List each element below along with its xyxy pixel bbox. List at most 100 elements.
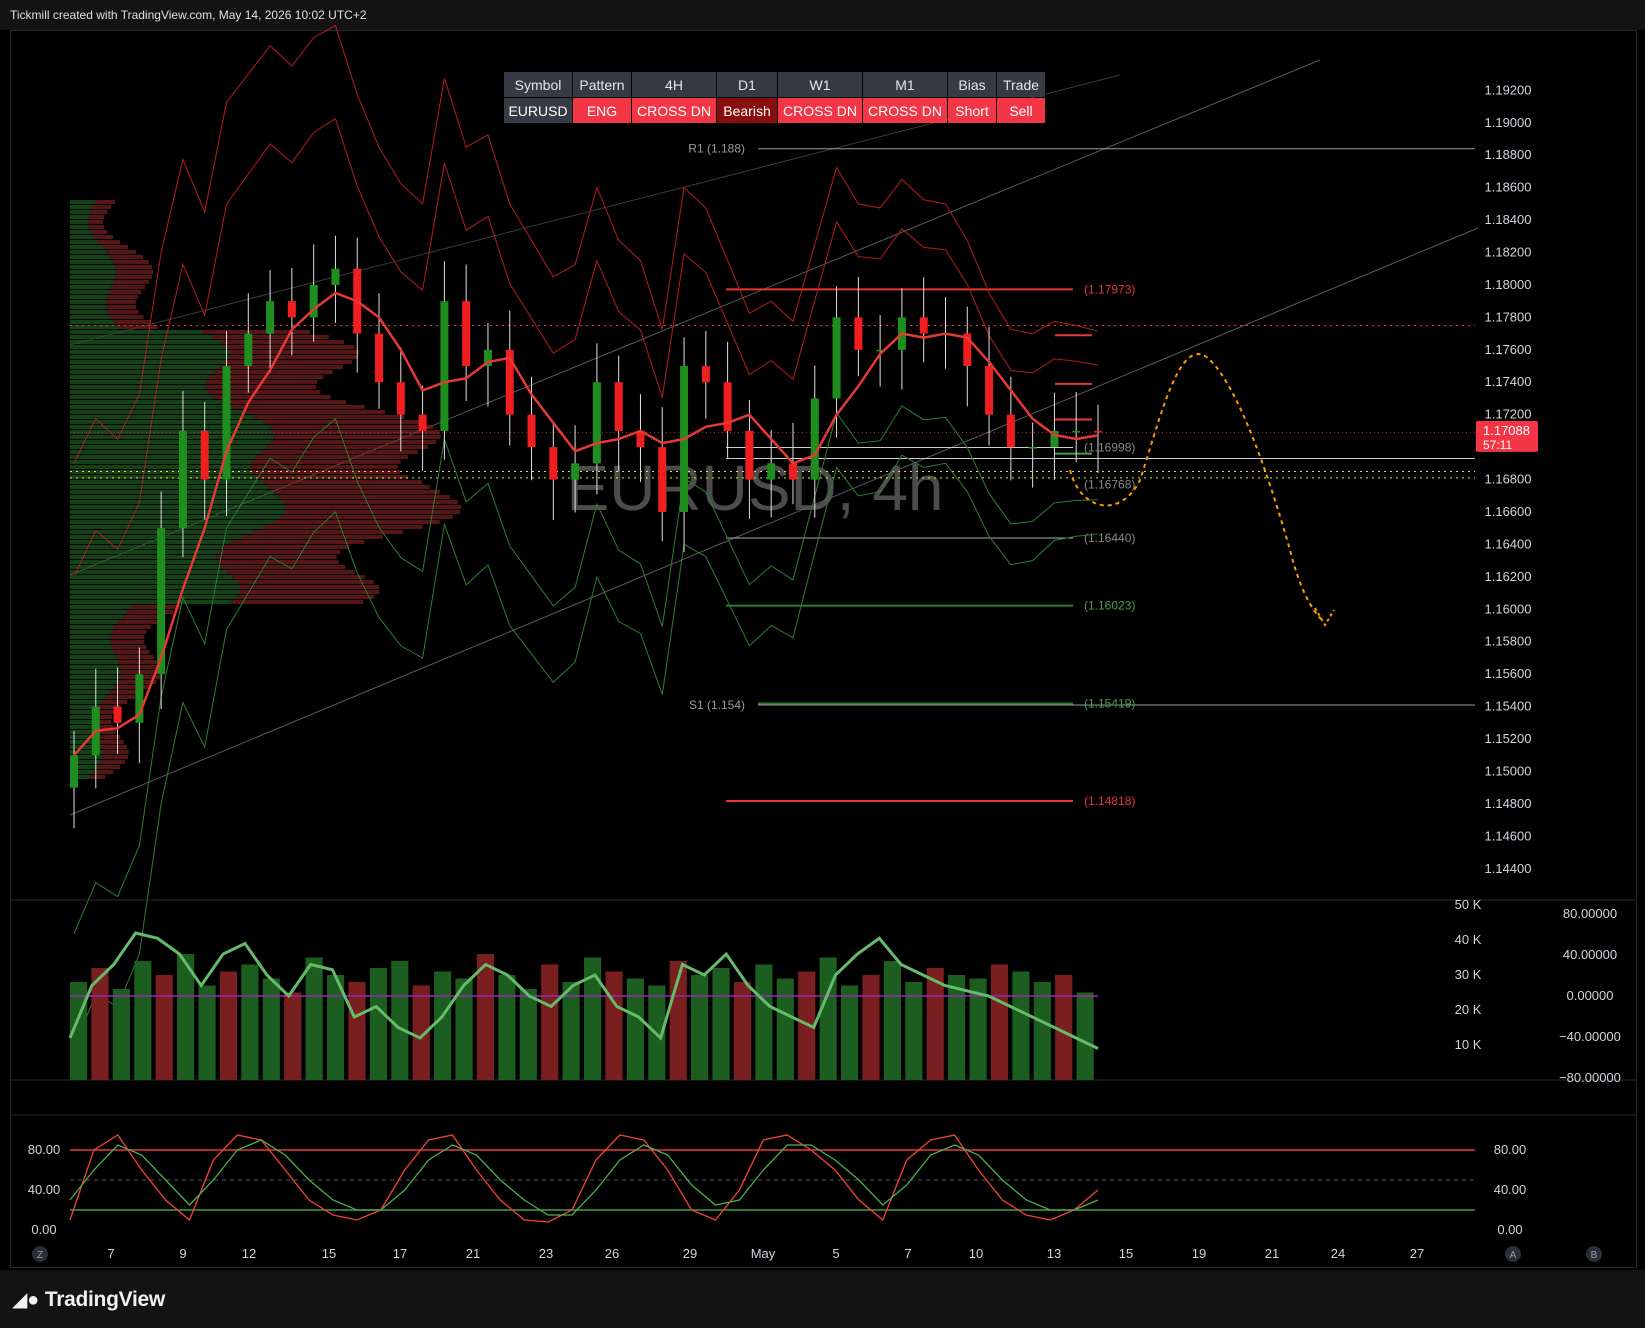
volume-bar-down <box>990 964 1009 1080</box>
volume-profile-bar-down <box>273 520 440 524</box>
volume-profile-bar-down <box>218 550 341 554</box>
volume-profile-bar-down <box>111 645 147 649</box>
price-axis-label: 1.17800 <box>1485 309 1532 324</box>
volume-profile-bar-up <box>70 390 208 394</box>
candle-up <box>832 317 841 399</box>
volume-profile-bar-up <box>70 300 107 304</box>
volume-bar-up <box>434 971 452 1080</box>
volume-profile-bar-down <box>113 280 149 284</box>
oscillator-axis-label: 0.00000 <box>1567 988 1614 1003</box>
axis-log-button-label: B <box>1591 1250 1598 1261</box>
volume-profile-bar-down <box>253 415 405 419</box>
volume-bar-down <box>284 992 302 1080</box>
candle-down <box>113 706 122 723</box>
volume-profile-bar-down <box>223 545 350 549</box>
volume-profile-bar-up <box>70 675 120 679</box>
volume-profile-bar-up <box>70 250 107 254</box>
volume-profile-bar-up <box>70 635 111 639</box>
hdr-bias: Bias <box>948 72 996 97</box>
signal-table-values: EURUSD ENG CROSS DN Bearish CROSS DN CRO… <box>504 98 1045 123</box>
price-axis-label: 1.17600 <box>1485 342 1532 357</box>
volume-profile-bar-up <box>70 240 98 244</box>
volume-profile-bar-down <box>232 575 365 579</box>
price-chart[interactable]: EURUSD, 4h R1 (1.188) (1.17973) (1.16998) (1… <box>0 0 1645 1328</box>
signal-table-header: Symbol Pattern 4H D1 W1 M1 Bias Trade <box>504 72 1045 97</box>
hdr-m1: M1 <box>863 72 947 97</box>
price-axis-label: 1.18800 <box>1485 147 1532 162</box>
volume-profile-bar-down <box>261 450 418 454</box>
candle-down <box>1006 414 1015 448</box>
volume-profile-bar-up <box>70 445 267 449</box>
price-axis-label: 1.15600 <box>1485 666 1532 681</box>
volume-profile-bar-down <box>267 485 430 489</box>
volume-profile-bar-down <box>97 765 120 769</box>
volume-profile-bar-up <box>70 585 240 589</box>
volume-profile-bar-up <box>70 315 111 319</box>
val-pattern: ENG <box>573 98 631 123</box>
volume-profile-bar-down <box>263 420 422 424</box>
volume-profile-bar-up <box>70 440 272 444</box>
volume-bar-down <box>476 954 495 1080</box>
volume-axis-label: 40 K <box>1455 932 1482 947</box>
volume-profile-bar-down <box>119 665 161 669</box>
volume-profile-bar-up <box>70 260 114 264</box>
time-axis-label: 21 <box>466 1246 480 1261</box>
volume-profile-bar-down <box>266 445 428 449</box>
axis-auto-button-label: A <box>1510 1250 1517 1261</box>
price-axis-label: 1.17200 <box>1485 407 1532 422</box>
volume-profile-bar-down <box>114 625 151 629</box>
level-label-116998: (1.16998) <box>1084 440 1135 454</box>
current-price-value: 1.17088 <box>1483 423 1530 438</box>
val-m1: CROSS DN <box>863 98 947 123</box>
volume-profile-bar-down <box>232 405 365 409</box>
candle-down <box>919 317 928 334</box>
volume-bar-down <box>155 975 173 1080</box>
volume-bar-up <box>755 964 773 1080</box>
volume-profile-bar-up <box>70 310 108 314</box>
tradingview-logo-icon: ◢● <box>12 1289 39 1311</box>
candle-up <box>592 382 601 464</box>
volume-profile-bar-down <box>106 250 136 254</box>
volume-axis-label: 50 K <box>1455 897 1482 912</box>
volume-profile-bar-up <box>70 210 91 214</box>
volume-profile-bar-down <box>225 360 352 364</box>
price-axis-label: 1.16800 <box>1485 472 1532 487</box>
candle-down <box>985 366 994 415</box>
volume-profile-bar-up <box>70 545 224 549</box>
volume-profile-bar-up <box>70 220 89 224</box>
candle-down <box>462 301 471 367</box>
stoch-axis-label-left: 80.00 <box>28 1142 61 1157</box>
candle-up <box>1072 430 1081 433</box>
volume-profile-bar-up <box>70 535 242 539</box>
volume-profile-bar-down <box>113 650 150 654</box>
volume-profile-bar-up <box>70 335 213 339</box>
volume-profile-bar-up <box>70 255 111 259</box>
volume-profile-bar-up <box>70 655 117 659</box>
volume-profile-bar-down <box>221 400 346 404</box>
volume-profile-bar-down <box>88 215 105 219</box>
price-axis-label: 1.16200 <box>1485 569 1532 584</box>
level-label-117973: (1.17973) <box>1084 282 1135 296</box>
candle-down <box>788 463 797 480</box>
volume-profile-bar-down <box>220 365 343 369</box>
volume-bar-up <box>1076 992 1094 1080</box>
stoch-axis-label-right: 0.00 <box>1497 1222 1522 1237</box>
level-label-116023: (1.16023) <box>1084 599 1135 613</box>
volume-profile-bar-down <box>250 465 398 469</box>
tradingview-logo[interactable]: ◢● TradingView <box>12 1287 165 1312</box>
projection-arrowhead <box>1314 607 1335 627</box>
volume-bar-up <box>841 985 859 1080</box>
volume-bar-up <box>776 978 794 1080</box>
volume-bar-up <box>198 985 216 1080</box>
volume-profile-bar-up <box>70 620 119 624</box>
volume-profile-bar-down <box>94 200 116 204</box>
volume-profile-bar-down <box>255 455 408 459</box>
volume-profile-bar-down <box>116 655 154 659</box>
volume-profile-bar-up <box>70 580 238 584</box>
candle-down <box>287 301 296 318</box>
volume-profile-bar-down <box>106 305 137 309</box>
volume-bar-down <box>219 971 238 1080</box>
candle-up <box>767 463 776 480</box>
stoch-d-line <box>69 1139 1099 1216</box>
volume-profile-bar-up <box>70 305 107 309</box>
